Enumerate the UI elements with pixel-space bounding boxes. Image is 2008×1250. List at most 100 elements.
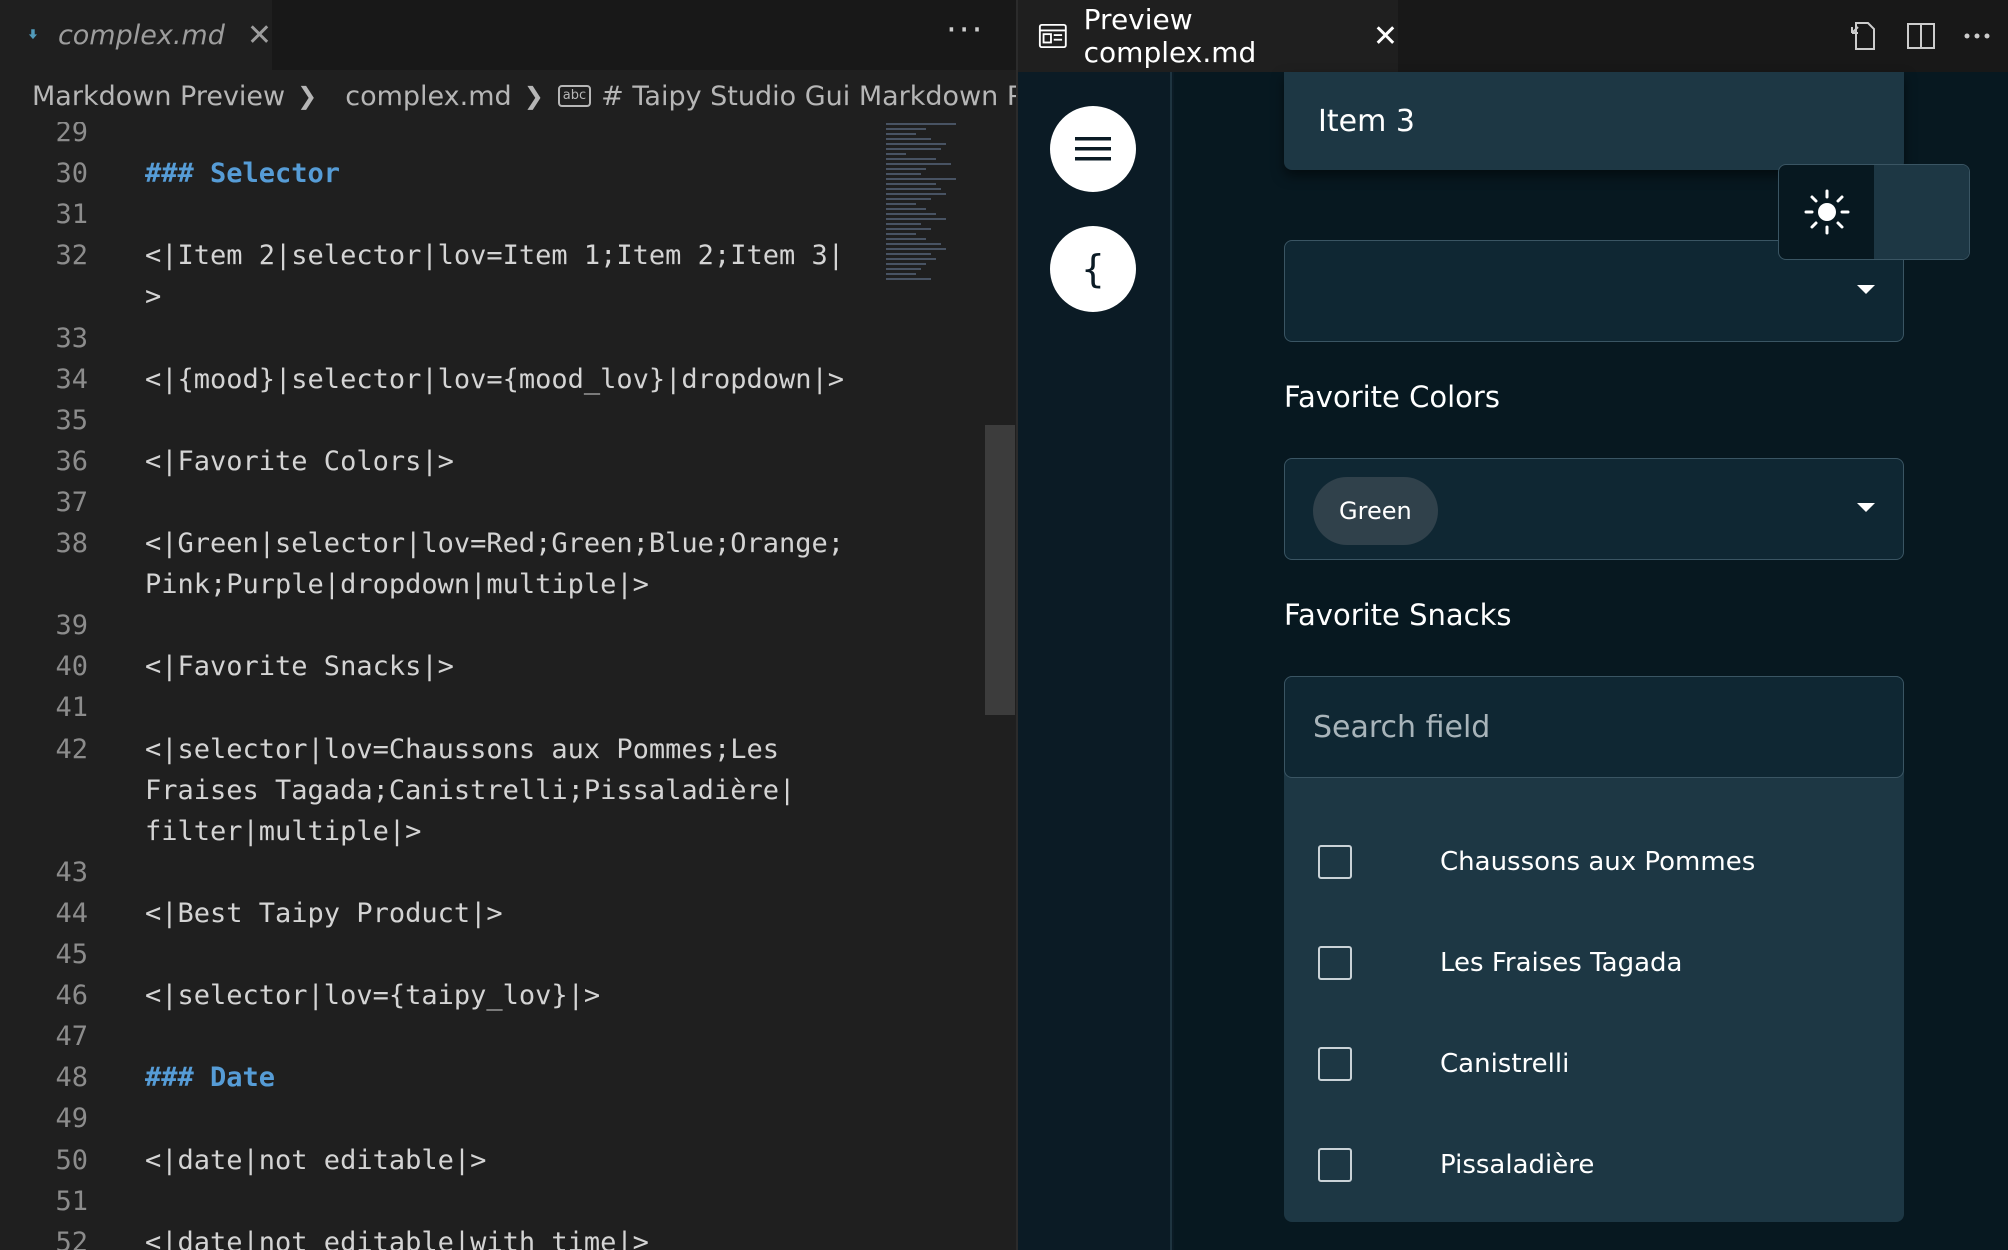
minimap-line: [886, 168, 926, 170]
minimap-line: [886, 208, 926, 210]
code-line: Pink;Purple|dropdown|multiple|>: [145, 569, 649, 601]
more-actions-icon[interactable]: [1960, 19, 1994, 53]
selected-chip[interactable]: Green: [1313, 477, 1438, 545]
minimap-line: [886, 268, 921, 270]
list-item[interactable]: Canistrelli: [1284, 1014, 1904, 1114]
code-line: ### Date: [145, 1062, 276, 1094]
moon-icon: [1917, 196, 1934, 228]
line-number: 43: [55, 856, 88, 888]
list-item[interactable]: Pissaladière: [1284, 1115, 1904, 1215]
minimap-line: [886, 148, 941, 150]
line-number: 45: [55, 939, 88, 970]
close-icon[interactable]: ✕: [1373, 19, 1398, 54]
split-editor-icon[interactable]: [1904, 19, 1938, 53]
line-number: 51: [55, 1185, 88, 1217]
minimap-line: [886, 223, 921, 225]
dark-mode-button[interactable]: [1874, 165, 1969, 259]
line-number: 44: [55, 897, 88, 929]
minimap-line: [886, 188, 941, 190]
sun-icon: [1804, 189, 1849, 235]
light-mode-button[interactable]: [1779, 165, 1874, 259]
code-line: ### Selector: [145, 158, 341, 190]
minimap-line: [886, 243, 941, 245]
search-input[interactable]: [1284, 676, 1904, 778]
minimap-line: [886, 273, 916, 275]
minimap-line: [886, 258, 936, 260]
minimap-line: [886, 228, 931, 230]
checkbox[interactable]: [1318, 1047, 1352, 1081]
close-icon[interactable]: ✕: [247, 18, 272, 53]
theme-toggle[interactable]: [1778, 164, 1970, 260]
app-sidebar: {: [1018, 72, 1172, 1250]
code-line: <|date|not editable|>: [145, 1144, 487, 1176]
open-source-icon[interactable]: [1848, 19, 1882, 53]
tab-preview-complex-md[interactable]: Preview complex.md ✕: [1018, 0, 1398, 72]
minimap-line: [886, 238, 926, 240]
line-number: 36: [55, 445, 88, 477]
minimap[interactable]: [886, 120, 984, 440]
curly-brace-icon: {: [1081, 247, 1105, 291]
line-number: 41: [55, 692, 88, 724]
minimap-line: [886, 253, 931, 255]
checkbox[interactable]: [1318, 1148, 1352, 1182]
snacks-selector: Chaussons aux Pommes Les Fraises Tagada …: [1284, 676, 1904, 1222]
checkbox[interactable]: [1318, 845, 1352, 879]
colors-multi-dropdown[interactable]: Green: [1284, 458, 1904, 560]
breadcrumb-root[interactable]: Markdown Preview: [32, 81, 285, 112]
minimap-line: [886, 263, 926, 265]
minimap-line: [886, 218, 946, 220]
minimap-line: [886, 123, 956, 125]
code-line: <|selector|lov={taipy_lov}|>: [145, 980, 601, 1012]
minimap-line: [886, 198, 931, 200]
editor-pane: complex.md ✕ ··· Markdown Preview ❯ comp…: [0, 0, 1016, 1250]
scrollbar-thumb[interactable]: [985, 425, 1015, 715]
minimap-line: [886, 143, 946, 145]
code-line: <|Best Taipy Product|>: [145, 897, 503, 929]
tab-complex-md[interactable]: complex.md ✕: [0, 0, 272, 70]
breadcrumb-file[interactable]: complex.md: [345, 81, 511, 112]
line-number: 33: [55, 322, 88, 354]
list-item[interactable]: Chaussons aux Pommes: [1284, 812, 1904, 912]
preview-actions: [1848, 0, 2008, 72]
more-actions-icon[interactable]: ···: [946, 10, 984, 50]
list-item[interactable]: Les Fraises Tagada: [1284, 913, 1904, 1013]
favorite-snacks-label: Favorite Snacks: [1284, 598, 1512, 632]
code-line: >: [145, 281, 162, 313]
favorite-colors-label: Favorite Colors: [1284, 380, 1500, 414]
minimap-line: [886, 153, 906, 155]
preview-icon: [1038, 23, 1067, 49]
chevron-right-icon: ❯: [523, 82, 544, 110]
line-number: 37: [55, 486, 88, 518]
minimap-line: [886, 138, 931, 140]
code-line: <|{mood}|selector|lov={mood_lov}|dropdow…: [145, 363, 844, 395]
option-label: Chaussons aux Pommes: [1440, 847, 1756, 877]
caret-down-icon: [1857, 285, 1875, 294]
chevron-right-icon: ❯: [297, 82, 318, 110]
dropdown-option-label: Item 3: [1318, 103, 1415, 139]
option-label: Canistrelli: [1440, 1049, 1570, 1079]
minimap-line: [886, 203, 916, 205]
dropdown-menu-item[interactable]: Item 3: [1284, 72, 1904, 170]
line-number: 50: [55, 1144, 88, 1176]
minimap-line: [886, 193, 946, 195]
menu-button[interactable]: [1050, 106, 1136, 192]
line-number: 35: [55, 404, 88, 436]
minimap-line: [886, 248, 946, 250]
code-line: <|Green|selector|lov=Red;Green;Blue;Oran…: [145, 528, 844, 559]
preview-tab-label: Preview complex.md: [1083, 3, 1257, 69]
minimap-line: [886, 173, 921, 175]
preview-tab-bar: Preview complex.md ✕: [1018, 0, 2008, 72]
line-number: 31: [55, 199, 88, 231]
line-number: 47: [55, 1021, 88, 1053]
line-number: 34: [55, 363, 88, 395]
minimap-line: [886, 233, 916, 235]
code-button[interactable]: {: [1050, 226, 1136, 312]
minimap-line: [886, 133, 916, 135]
markdown-file-icon: [28, 29, 38, 40]
line-number: 40: [55, 651, 88, 683]
line-number: 30: [55, 158, 88, 190]
breadcrumb-symbol[interactable]: # Taipy Studio Gui Markdown Previe: [601, 81, 1016, 112]
code-editor[interactable]: 29 30 ### Selector 31 32 <|Item 2|selector|lo…: [0, 122, 980, 1250]
checkbox[interactable]: [1318, 946, 1352, 980]
minimap-line: [886, 178, 956, 180]
